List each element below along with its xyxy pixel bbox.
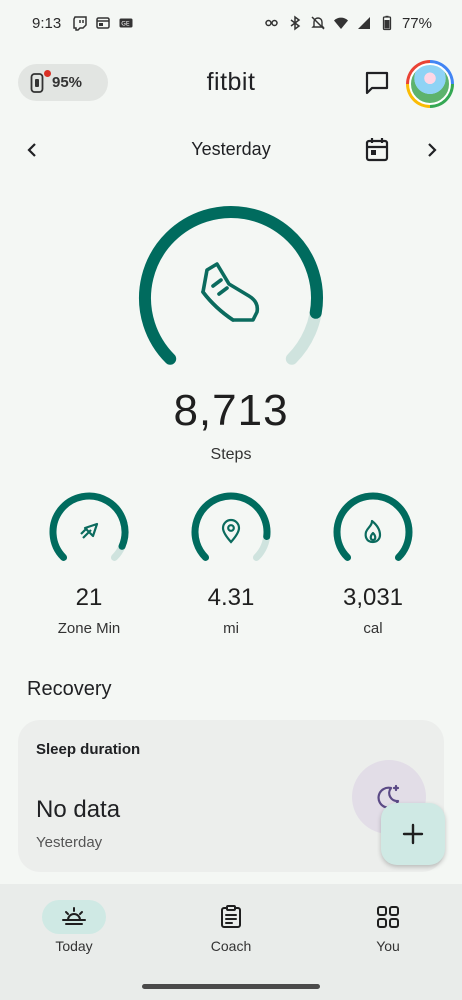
calories-ring-progress (333, 492, 413, 561)
zone-minutes-label: Zone Min (57, 620, 121, 637)
zone-minutes-value: 21 (75, 584, 103, 611)
nav-pill-coach (199, 900, 263, 934)
distance-label: mi (223, 620, 239, 637)
nav-label-today: Today (55, 938, 93, 954)
steps-value: 8,713 (173, 386, 289, 435)
twitch-icon (72, 15, 88, 31)
app-header: 95% fitbit (0, 58, 462, 108)
steps-label: Steps (210, 446, 252, 463)
distance-ring-progress (191, 492, 271, 561)
nav-item-you[interactable]: You (333, 900, 443, 970)
location-pin-icon (221, 518, 241, 544)
distance-value: 4.31 (207, 584, 255, 611)
status-time: 9:13 (32, 14, 62, 32)
next-day-button[interactable] (420, 138, 444, 162)
vpn-key-icon (264, 15, 280, 31)
browser-icon (95, 15, 111, 31)
calories-value: 3,031 (342, 584, 404, 611)
status-left: 9:13 GE (32, 15, 134, 32)
chat-bubble-icon (365, 71, 389, 95)
zone-arrow-icon (80, 522, 99, 539)
grid-icon (377, 906, 399, 928)
sunrise-icon (62, 907, 86, 925)
calories-label: cal (363, 620, 383, 637)
bottom-navigation: Today Coach You (0, 884, 462, 1000)
flame-icon (364, 519, 382, 544)
avatar[interactable] (406, 60, 454, 108)
calories-stat[interactable]: 3,031 cal (318, 490, 428, 640)
add-fab-button[interactable] (381, 803, 445, 865)
sleep-value: No data (36, 796, 121, 823)
status-bar: 9:13 GE 77% (0, 0, 462, 46)
app-logo: fitbit (206, 68, 256, 96)
nav-item-today[interactable]: Today (19, 900, 129, 970)
mute-icon (310, 15, 326, 31)
calendar-icon (365, 138, 389, 162)
recovery-section-title: Recovery (27, 678, 112, 700)
distance-stat[interactable]: 4.31 mi (176, 490, 286, 640)
messages-button[interactable] (362, 68, 392, 98)
steps-ring[interactable] (131, 198, 331, 378)
news-icon: GE (118, 15, 134, 31)
status-battery-percent: 77% (401, 14, 432, 32)
nav-pill-today (42, 900, 106, 934)
bluetooth-icon (287, 15, 303, 31)
signal-icon (356, 15, 372, 31)
nav-item-coach[interactable]: Coach (176, 900, 286, 970)
svg-text:GE: GE (121, 21, 130, 28)
date-navigation: Yesterday (0, 130, 462, 170)
plus-icon (402, 823, 424, 845)
date-label: Yesterday (191, 139, 271, 159)
wifi-icon (333, 15, 349, 31)
calendar-button[interactable] (364, 136, 390, 164)
battery-icon (379, 15, 395, 31)
status-right: 77% (264, 15, 432, 32)
nav-label-coach: Coach (210, 938, 252, 954)
shoe-icon (201, 262, 260, 322)
zone-minutes-stat[interactable]: 21 Zone Min (34, 490, 144, 640)
chevron-right-icon (428, 143, 437, 157)
nav-label-you: You (376, 938, 400, 954)
clipboard-icon (221, 905, 241, 928)
nav-pill-you (356, 900, 420, 934)
gesture-bar[interactable] (142, 984, 320, 989)
sleep-card-title: Sleep duration (36, 741, 141, 758)
sleep-date: Yesterday (36, 834, 103, 851)
avatar-image (409, 63, 451, 105)
